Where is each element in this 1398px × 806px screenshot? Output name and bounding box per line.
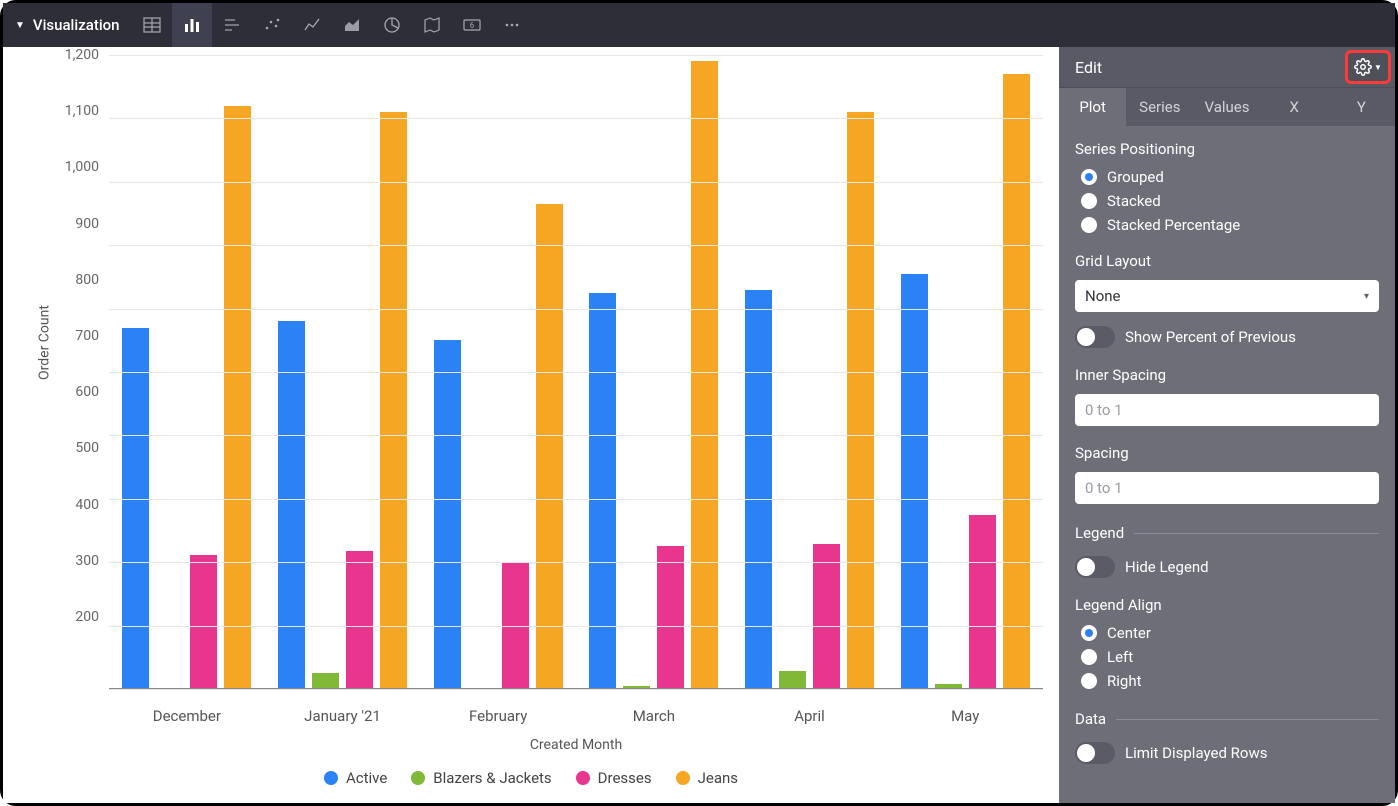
line-chart-icon[interactable] [292,3,332,47]
bar[interactable] [224,106,251,689]
scatter-chart-icon[interactable] [252,3,292,47]
radio-align-center[interactable]: Center [1081,624,1379,642]
column-chart-icon[interactable] [172,3,212,47]
y-tick: 1,200 [65,47,99,63]
y-tick: 1,100 [65,103,99,119]
radio-align-right[interactable]: Right [1081,672,1379,690]
show-percent-label: Show Percent of Previous [1125,328,1296,346]
visualization-header[interactable]: ▼ Visualization [3,3,132,47]
legend-item[interactable]: Jeans [676,769,738,787]
svg-text:6: 6 [469,21,474,30]
x-category: February [420,707,576,725]
grid-layout-label: Grid Layout [1075,252,1379,270]
chart-area: Order Count 200 300 400 500 600 700 800 900 1,00… [19,55,1043,761]
visualization-title: Visualization [33,16,120,34]
bar[interactable] [969,515,996,689]
bar[interactable] [122,328,149,689]
pie-chart-icon[interactable] [372,3,412,47]
radio-stacked-percentage[interactable]: Stacked Percentage [1081,216,1379,234]
collapse-icon: ▼ [15,20,25,31]
y-tick: 400 [75,497,99,513]
y-tick: 500 [75,440,99,456]
bar[interactable] [312,673,339,689]
bar[interactable] [536,204,563,689]
x-category: January '21 [265,707,421,725]
legend-align-label: Legend Align [1075,596,1379,614]
tab-plot[interactable]: Plot [1059,87,1126,126]
x-category: April [732,707,888,725]
bar[interactable] [901,274,928,689]
legend-item[interactable]: Active [324,769,387,787]
x-category: December [109,707,265,725]
y-tick: 1,000 [65,159,99,175]
bar[interactable] [434,340,461,689]
inner-spacing-label: Inner Spacing [1075,366,1379,384]
y-tick: 900 [75,216,99,232]
x-category: May [887,707,1043,725]
y-tick: 600 [75,384,99,400]
bar[interactable] [346,551,373,689]
tab-x[interactable]: X [1261,87,1328,126]
chevron-down-icon: ▼ [1374,63,1382,72]
bar[interactable] [691,61,718,689]
tab-series[interactable]: Series [1126,87,1193,126]
bar[interactable] [657,546,684,689]
radio-align-left[interactable]: Left [1081,648,1379,666]
bar[interactable] [380,112,407,689]
bar[interactable] [589,293,616,689]
limit-rows-label: Limit Displayed Rows [1125,744,1267,762]
more-options-icon[interactable] [492,3,532,47]
radio-stacked[interactable]: Stacked [1081,192,1379,210]
spacing-label: Spacing [1075,444,1379,462]
spacing-input[interactable]: 0 to 1 [1075,472,1379,504]
bar[interactable] [190,555,217,689]
legend-section-label: Legend [1075,524,1124,542]
table-icon[interactable] [132,3,172,47]
limit-rows-toggle[interactable] [1075,742,1115,764]
chart-type-toolbar: 6 [132,3,532,47]
legend-item[interactable]: Dresses [576,769,652,787]
bar[interactable] [745,290,772,689]
show-percent-toggle[interactable] [1075,326,1115,348]
single-value-icon[interactable]: 6 [452,3,492,47]
radio-grouped[interactable]: Grouped [1081,168,1379,186]
data-section-label: Data [1075,710,1106,728]
settings-button[interactable]: ▼ [1345,50,1391,84]
area-chart-icon[interactable] [332,3,372,47]
tab-values[interactable]: Values [1193,87,1260,126]
chart-legend: Active Blazers & Jackets Dresses Jeans [19,761,1043,787]
hide-legend-label: Hide Legend [1125,558,1209,576]
bar[interactable] [1003,74,1030,689]
bar[interactable] [813,544,840,689]
x-category: March [576,707,732,725]
gear-icon [1354,58,1372,76]
map-chart-icon[interactable] [412,3,452,47]
y-tick: 800 [75,272,99,288]
legend-item[interactable]: Blazers & Jackets [411,769,551,787]
inner-spacing-input[interactable]: 0 to 1 [1075,394,1379,426]
y-tick: 300 [75,553,99,569]
bar[interactable] [847,112,874,689]
bar[interactable] [278,321,305,689]
edit-panel-title: Edit [1075,58,1102,77]
edit-panel: Edit ▼ PlotSeriesValuesXY Series Positio… [1059,47,1395,803]
y-tick: 700 [75,328,99,344]
bar[interactable] [779,671,806,689]
hide-legend-toggle[interactable] [1075,556,1115,578]
y-tick: 200 [75,609,99,625]
chart-panel: Order Count 200 300 400 500 600 700 800 900 1,00… [3,47,1059,803]
grid-layout-select[interactable]: None ▾ [1075,280,1379,312]
select-caret-icon: ▾ [1364,291,1369,302]
y-axis-label: Order Count [36,305,52,380]
bar-chart-icon[interactable] [212,3,252,47]
tab-y[interactable]: Y [1328,87,1395,126]
x-axis-label: Created Month [109,737,1043,753]
series-positioning-label: Series Positioning [1075,140,1379,158]
